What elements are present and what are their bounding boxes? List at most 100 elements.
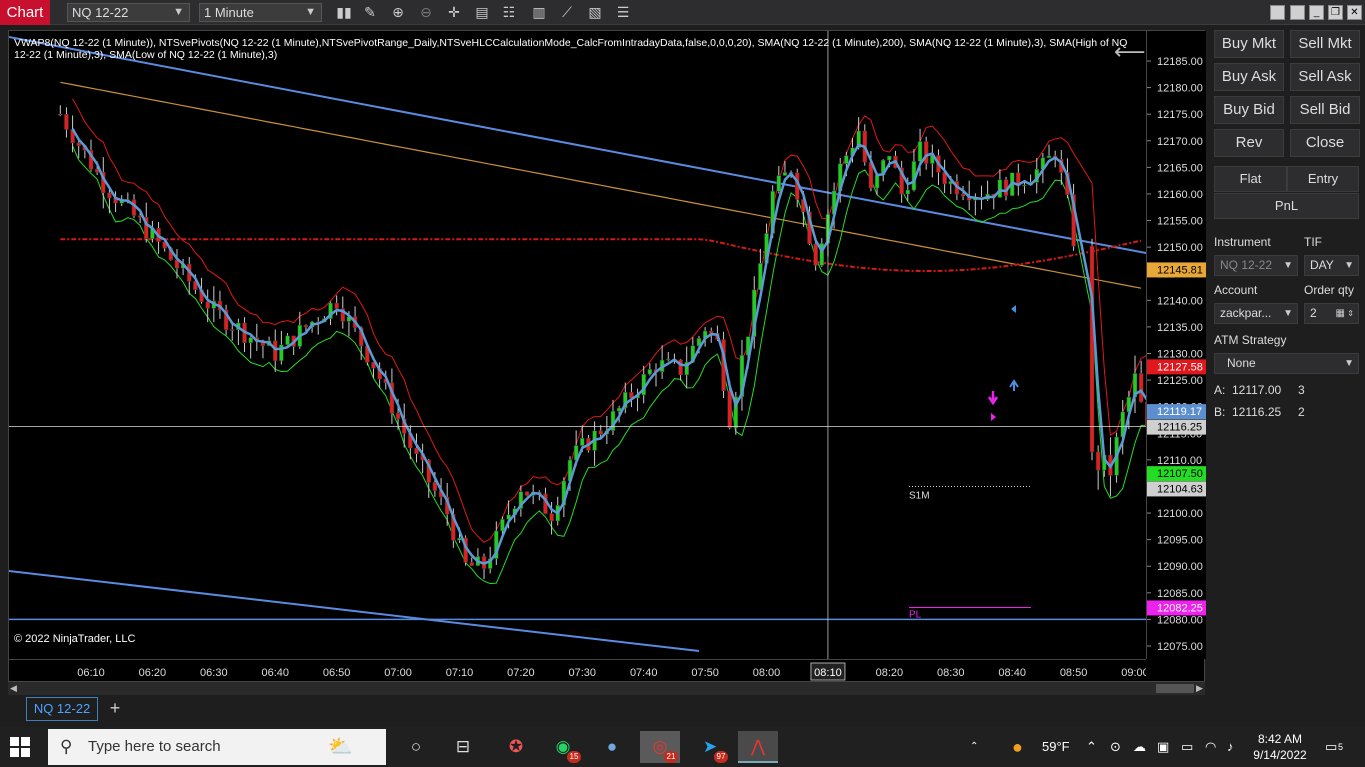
sell-market-button[interactable]: Sell Mkt <box>1290 30 1360 58</box>
buy-market-button[interactable]: Buy Mkt <box>1214 30 1284 58</box>
ask-size: 3 <box>1298 383 1305 397</box>
windows-start-icon[interactable] <box>10 737 30 757</box>
time-tick-label: 08:40 <box>998 667 1026 679</box>
order-qty-stepper[interactable]: 2 ▦ ⇕ <box>1304 303 1359 324</box>
chevron-down-icon: ▼ <box>305 6 316 18</box>
time-axis[interactable]: 06:10 06:20 06:30 06:40 06:50 07:00 07:10 07:20… <box>9 659 1146 683</box>
screen-record-icon[interactable]: ▣ <box>1157 727 1169 767</box>
weather-temperature[interactable]: 59°F <box>1042 727 1070 767</box>
scroll-left-icon[interactable]: ◀ <box>8 682 19 695</box>
buy-marker-icon <box>1009 379 1019 391</box>
chart-scrollbar[interactable]: ◀ ▶ <box>8 682 1205 695</box>
tab-nq-12-22[interactable]: NQ 12-22 <box>26 697 98 721</box>
flat-button[interactable]: Flat <box>1214 166 1287 192</box>
candle-body <box>285 335 290 346</box>
tile-icon[interactable] <box>1270 5 1285 20</box>
volume-icon[interactable]: ♪ <box>1227 727 1234 767</box>
reverse-button[interactable]: Rev <box>1214 129 1284 157</box>
strategies-icon[interactable]: ⟋ <box>558 4 576 21</box>
buy-bid-button[interactable]: Buy Bid <box>1214 96 1284 124</box>
add-tab-button[interactable]: + <box>104 697 126 721</box>
pnl-button[interactable]: PnL <box>1214 193 1359 219</box>
price-tick-label: 12090.00 <box>1157 561 1203 573</box>
price-tick-label: 12185.00 <box>1157 56 1203 68</box>
minimize-icon[interactable]: _ <box>1309 5 1324 20</box>
zoom-in-icon[interactable]: ⊕ <box>389 4 407 21</box>
notifications-icon[interactable]: ▭ <box>1325 727 1337 767</box>
battery-icon[interactable]: ▭ <box>1181 727 1193 767</box>
price-tick-label: 12135.00 <box>1157 322 1203 334</box>
price-tick-label: 12100.00 <box>1157 508 1203 520</box>
exit-marker-icon <box>991 413 996 421</box>
ask-label: A: <box>1214 383 1226 397</box>
sell-bid-button[interactable]: Sell Bid <box>1290 96 1360 124</box>
instrument-selector[interactable]: NQ 12-22 ▼ <box>67 3 190 22</box>
back-arrow-icon[interactable]: ⟵ <box>1114 39 1146 65</box>
tray-chevron-icon[interactable]: ⌃ <box>1086 727 1097 767</box>
entry-button[interactable]: Entry <box>1287 166 1359 192</box>
candle-body <box>997 179 1003 198</box>
price-label: 12082.25 <box>1157 602 1203 614</box>
chrome-icon[interactable]: ◎ 21 <box>640 731 680 763</box>
sell-ask-button[interactable]: Sell Ask <box>1290 63 1360 91</box>
crosshair-icon[interactable]: ✛ <box>445 4 463 21</box>
tif-select[interactable]: DAY ▼ <box>1304 255 1359 276</box>
tray-overflow-chevron-icon[interactable]: ⌃ <box>970 727 978 767</box>
list-icon[interactable]: ☰ <box>614 4 632 21</box>
vwap-line <box>60 238 1142 272</box>
price-axis[interactable]: 12185.00 12180.00 12175.00 12170.00 12165.00… <box>1146 31 1206 659</box>
weather-icon[interactable]: ● <box>1012 727 1023 767</box>
webcam-icon[interactable]: ⊙ <box>1110 727 1121 767</box>
calculator-icon[interactable]: ▦ <box>1336 304 1345 323</box>
window-icon[interactable] <box>1290 5 1305 20</box>
candle-body <box>395 412 401 420</box>
cloud-icon[interactable]: ☁ <box>1133 727 1146 767</box>
time-tick-label: 08:10 <box>814 667 842 679</box>
candle-body <box>917 141 923 162</box>
chart-panel[interactable]: S1M PL VWAP8(NQ 12-22 (1 Minute)), NTSveP… <box>8 30 1206 683</box>
scrollbar-thumb[interactable] <box>1156 684 1194 693</box>
ninjatrader-window: Chart NQ 12-22 ▼ 1 Minute ▼ ▮▮ ✎ ⊕ ⊖ ✛ ▤… <box>0 0 1365 767</box>
scroll-right-icon[interactable]: ▶ <box>1194 682 1205 695</box>
chart-tab-bar: NQ 12-22 + <box>0 695 1365 727</box>
taskbar-search-box[interactable]: ⚲ Type here to search ⛅ <box>48 729 386 765</box>
time-tick-label: 08:50 <box>1060 667 1088 679</box>
properties-icon[interactable]: ▤ <box>473 4 491 21</box>
restore-icon[interactable]: ❐ <box>1328 5 1343 20</box>
ask-price: 12117.00 <box>1232 383 1282 397</box>
close-icon[interactable]: ✕ <box>1347 5 1362 20</box>
telegram-icon[interactable]: ➤ 97 <box>690 731 730 763</box>
close-position-button[interactable]: Close <box>1290 129 1360 157</box>
stepper-arrows-icon[interactable]: ⇕ <box>1347 304 1354 323</box>
candle-body <box>960 193 966 197</box>
qbittorrent-icon[interactable]: ● <box>592 731 632 763</box>
pencil-icon[interactable]: ✎ <box>361 4 379 21</box>
price-tick-label: 12130.00 <box>1157 349 1203 361</box>
app-icon-red[interactable]: ✪ <box>496 731 536 763</box>
instrument-field-value: NQ 12-22 <box>1220 258 1273 272</box>
ninjatrader-icon[interactable]: ⋀ <box>738 731 778 763</box>
chevron-down-icon: ▼ <box>173 6 184 18</box>
task-view-icon[interactable]: ○ <box>396 731 436 763</box>
wifi-icon[interactable]: ◠ <box>1205 727 1216 767</box>
bar-type-icon[interactable]: ▮▮ <box>335 4 353 21</box>
chart-menu-button[interactable]: Chart <box>0 0 50 25</box>
candle-body <box>58 113 63 116</box>
widgets-icon[interactable]: ⊟ <box>443 731 483 763</box>
whatsapp-icon[interactable]: ◉ 15 <box>543 731 583 763</box>
taskbar-clock[interactable]: 8:42 AM 9/14/2022 <box>1248 731 1312 763</box>
price-plot[interactable]: S1M PL <box>9 31 1146 659</box>
interval-selector[interactable]: 1 Minute ▼ <box>199 3 322 22</box>
buy-ask-button[interactable]: Buy Ask <box>1214 63 1284 91</box>
indicators-icon[interactable]: ▥ <box>530 4 548 21</box>
time-tick-label: 06:10 <box>77 667 105 679</box>
account-select[interactable]: zackpar... ▼ <box>1214 303 1298 324</box>
data-box-icon[interactable]: ▧ <box>586 4 604 21</box>
instrument-field[interactable]: NQ 12-22 ▼ <box>1214 255 1298 276</box>
pivot-s1m-label: S1M <box>909 490 930 501</box>
atm-strategy-select[interactable]: None ▼ <box>1214 353 1359 374</box>
time-tick-label: 06:40 <box>261 667 289 679</box>
zoom-out-icon[interactable]: ⊖ <box>417 4 435 21</box>
templates-icon[interactable]: ☷ <box>500 4 518 21</box>
atm-strategy-label: ATM Strategy <box>1214 333 1287 347</box>
